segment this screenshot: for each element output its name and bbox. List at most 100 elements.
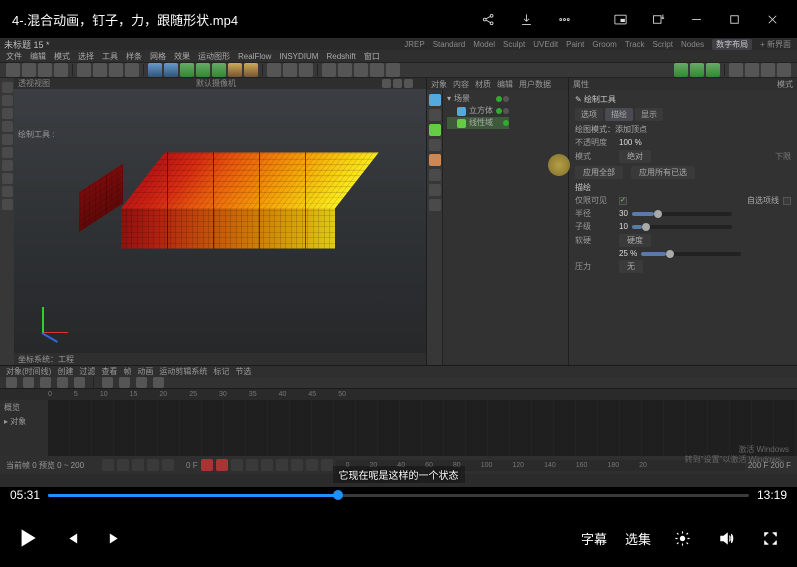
tool-button[interactable] xyxy=(6,63,20,77)
tool-button[interactable] xyxy=(338,63,352,77)
viewport-header: 透视视图 默认摄像机 xyxy=(14,78,426,89)
tool-button[interactable] xyxy=(761,63,775,77)
viewport-3d[interactable]: 绘制工具 : xyxy=(14,89,426,353)
tl-next-button[interactable] xyxy=(147,459,159,471)
palette-button[interactable] xyxy=(2,121,13,132)
attribute-manager: 属性模式 ✎ 绘制工具 选项 描绘 显示 绘图模式：添加顶点 不透明度100 %… xyxy=(568,78,797,365)
cursor-highlight xyxy=(548,154,570,176)
tool-button[interactable] xyxy=(196,63,210,77)
obj-panel-tabs: 对象内容材质编辑用户数据 xyxy=(427,78,568,90)
layout-tabs: JREPStandardModelSculptUVEditPaintGroomT… xyxy=(404,38,791,50)
tool-button[interactable] xyxy=(777,63,791,77)
apply-selected-button[interactable]: 应用所有已选 xyxy=(631,166,695,179)
viewport-panel: 透视视图 默认摄像机 绘制工具 : xyxy=(14,78,426,365)
tree-item[interactable]: ▾场景 xyxy=(447,93,509,105)
tool-button[interactable] xyxy=(745,63,759,77)
insp-tabs: 选项 描绘 显示 xyxy=(575,108,791,121)
palette-button[interactable] xyxy=(2,186,13,197)
tool-overlay-label: 绘制工具 : xyxy=(18,129,54,140)
palette-button[interactable] xyxy=(2,108,13,119)
tl-prev-button[interactable] xyxy=(117,459,129,471)
tool-button[interactable] xyxy=(180,63,194,77)
tool-button[interactable] xyxy=(690,63,704,77)
palette-button[interactable] xyxy=(2,160,13,171)
tool-button[interactable] xyxy=(109,63,123,77)
tl-last-button[interactable] xyxy=(162,459,174,471)
tool-button[interactable] xyxy=(125,63,139,77)
window-titlebar: 4-.混合动画，钉子，力，跟随形状.mp4 xyxy=(0,0,797,38)
tool-button[interactable] xyxy=(283,63,297,77)
tl-key-button[interactable] xyxy=(216,459,228,471)
tool-button[interactable] xyxy=(322,63,336,77)
tool-button[interactable] xyxy=(729,63,743,77)
tool-button[interactable] xyxy=(354,63,368,77)
play-button[interactable] xyxy=(14,525,40,551)
status-bar: 坐标系统：工程 xyxy=(14,353,426,365)
tool-button[interactable] xyxy=(77,63,91,77)
left-tool-palette xyxy=(0,78,14,365)
c4d-main-menu[interactable]: 文件编辑模式选择工具样条网格效果运动图形RealFlowINSYDIUMReds… xyxy=(0,50,797,62)
doc-tab[interactable]: 未标题 15 * xyxy=(4,38,50,51)
palette-button[interactable] xyxy=(2,199,13,210)
visible-only-checkbox[interactable] xyxy=(619,197,627,205)
mesh-object xyxy=(105,153,335,268)
tree-item-selected[interactable]: 线性域 xyxy=(447,117,509,129)
tool-button[interactable] xyxy=(244,63,258,77)
tool-button[interactable] xyxy=(148,63,162,77)
close-icon[interactable] xyxy=(753,0,791,38)
palette-button[interactable] xyxy=(2,147,13,158)
tool-button[interactable] xyxy=(164,63,178,77)
tool-button[interactable] xyxy=(93,63,107,77)
tool-button[interactable] xyxy=(370,63,384,77)
more-icon[interactable] xyxy=(545,0,583,38)
timeline-tree[interactable]: 概览 ▸ 对象 xyxy=(0,400,48,456)
minimize-icon[interactable] xyxy=(677,0,715,38)
timeline-panel: 对象(时间线)创建过滤查看帧动画运动剪辑系统标记节选 0510152025303… xyxy=(0,365,797,487)
sub-slider[interactable] xyxy=(632,225,732,229)
tool-button[interactable] xyxy=(228,63,242,77)
maximize-icon[interactable] xyxy=(715,0,753,38)
progress-track[interactable] xyxy=(48,494,749,497)
apply-all-button[interactable]: 应用全部 xyxy=(575,166,623,179)
tl-play-button[interactable] xyxy=(132,459,144,471)
tl-first-button[interactable] xyxy=(102,459,114,471)
timeline-menu: 对象(时间线)创建过滤查看帧动画运动剪辑系统标记节选 xyxy=(0,366,797,377)
new-layout[interactable]: + 新界面 xyxy=(760,39,791,50)
palette-button[interactable] xyxy=(2,134,13,145)
object-tree[interactable]: ▾场景 立方体 线性域 xyxy=(443,90,513,365)
tool-button[interactable] xyxy=(706,63,720,77)
volume-icon[interactable] xyxy=(713,525,739,551)
vp-camera-label[interactable]: 默认摄像机 xyxy=(50,78,382,89)
share-icon[interactable] xyxy=(469,0,507,38)
player-controls: 字幕 选集 xyxy=(0,509,797,567)
subtitles-button[interactable]: 字幕 xyxy=(581,529,607,548)
episodes-button[interactable]: 选集 xyxy=(625,529,651,548)
c4d-doc-tabs: 未标题 15 * JREPStandardModelSculptUVEditPa… xyxy=(0,38,797,50)
timeline-ruler[interactable]: 05101520253035404550 xyxy=(0,389,797,400)
palette-button[interactable] xyxy=(2,95,13,106)
tool-button[interactable] xyxy=(299,63,313,77)
tree-item[interactable]: 立方体 xyxy=(447,105,509,117)
tool-button[interactable] xyxy=(674,63,688,77)
tool-button[interactable] xyxy=(386,63,400,77)
video-area: 未标题 15 * JREPStandardModelSculptUVEditPa… xyxy=(0,38,797,487)
tl-rec-button[interactable] xyxy=(201,459,213,471)
tool-button[interactable] xyxy=(212,63,226,77)
hardness-slider[interactable] xyxy=(641,252,741,256)
tool-button[interactable] xyxy=(22,63,36,77)
c4d-toolbar xyxy=(0,62,797,78)
tool-button[interactable] xyxy=(54,63,68,77)
compact-icon[interactable] xyxy=(639,0,677,38)
radius-slider[interactable] xyxy=(632,212,732,216)
next-button[interactable] xyxy=(102,525,128,551)
download-icon[interactable] xyxy=(507,0,545,38)
palette-button[interactable] xyxy=(2,173,13,184)
prev-button[interactable] xyxy=(58,525,84,551)
fullscreen-icon[interactable] xyxy=(757,525,783,551)
tool-button[interactable] xyxy=(267,63,281,77)
tool-button[interactable] xyxy=(38,63,52,77)
video-subtitle: 它现在呢是这样的一个状态 xyxy=(333,466,465,483)
pip-icon[interactable] xyxy=(601,0,639,38)
palette-button[interactable] xyxy=(2,82,13,93)
settings-icon[interactable] xyxy=(669,525,695,551)
